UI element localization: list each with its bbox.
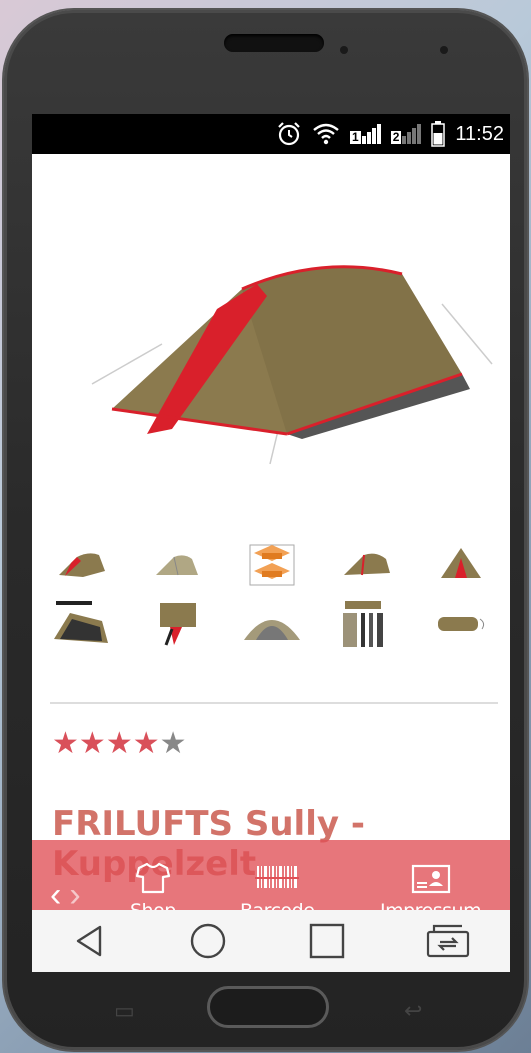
android-navigation-bar — [32, 910, 510, 972]
phone-frame: 1 2 11:52 ★ ★ ★ ★ ★ FRILUFTS Sully - ‹ ›… — [4, 10, 527, 1050]
signal-sim1-icon: 1 — [350, 124, 381, 144]
thumbnail-row — [52, 539, 492, 589]
wifi-icon — [313, 123, 339, 145]
signal-sim2-icon: 2 — [390, 124, 422, 144]
thumbnail-gallery — [52, 539, 492, 659]
clock: 11:52 — [455, 122, 504, 145]
star-filled-icon: ★ — [78, 727, 106, 760]
star-filled-icon: ★ — [132, 727, 160, 760]
star-filled-icon: ★ — [105, 727, 133, 760]
section-divider — [50, 702, 498, 704]
screen: 1 2 11:52 ★ ★ ★ ★ ★ FRILUFTS Sully - ‹ › — [32, 114, 510, 972]
thumbnail-tent-bag[interactable] — [432, 599, 492, 649]
proximity-sensor — [340, 46, 348, 54]
front-camera — [440, 46, 448, 54]
hw-menu-icon[interactable]: ▭ — [114, 998, 135, 1024]
recents-square-icon[interactable] — [308, 922, 346, 960]
star-empty-icon: ★ — [159, 727, 187, 760]
product-page[interactable]: ★ ★ ★ ★ ★ FRILUFTS Sully - Kuppelzelt ‹ … — [32, 154, 510, 950]
thumbnail-tent-back[interactable] — [337, 539, 397, 589]
rating-stars: ★ ★ ★ ★ ★ — [52, 729, 187, 759]
thumbnail-tent-vestibule[interactable] — [242, 599, 302, 649]
product-image[interactable] — [82, 244, 502, 484]
thumbnail-tent-detail[interactable] — [147, 599, 207, 649]
sim2-label: 2 — [390, 130, 402, 144]
barcode-icon — [255, 866, 300, 888]
shirt-icon — [135, 862, 170, 894]
thumbnail-tent-parts[interactable] — [337, 599, 397, 649]
hardware-home-button[interactable] — [207, 986, 329, 1028]
id-card-icon — [411, 864, 450, 894]
thumbnail-tent-front[interactable] — [52, 539, 112, 589]
star-filled-icon: ★ — [52, 727, 79, 760]
alarm-icon — [278, 122, 300, 146]
thumbnail-floorplan[interactable] — [242, 539, 302, 589]
earpiece-speaker — [224, 34, 324, 52]
sim1-label: 1 — [350, 130, 361, 144]
switch-app-icon[interactable] — [426, 924, 470, 958]
thumbnail-row — [52, 599, 492, 649]
thumbnail-tent-open[interactable] — [432, 539, 492, 589]
home-circle-icon[interactable] — [188, 921, 228, 961]
status-bar: 1 2 11:52 — [32, 114, 510, 154]
back-triangle-icon[interactable] — [72, 923, 108, 959]
battery-icon — [431, 121, 446, 147]
hw-back-icon[interactable]: ↩ — [404, 998, 422, 1024]
thumbnail-tent-inner[interactable] — [52, 599, 112, 649]
thumbnail-tent-side[interactable] — [147, 539, 207, 589]
